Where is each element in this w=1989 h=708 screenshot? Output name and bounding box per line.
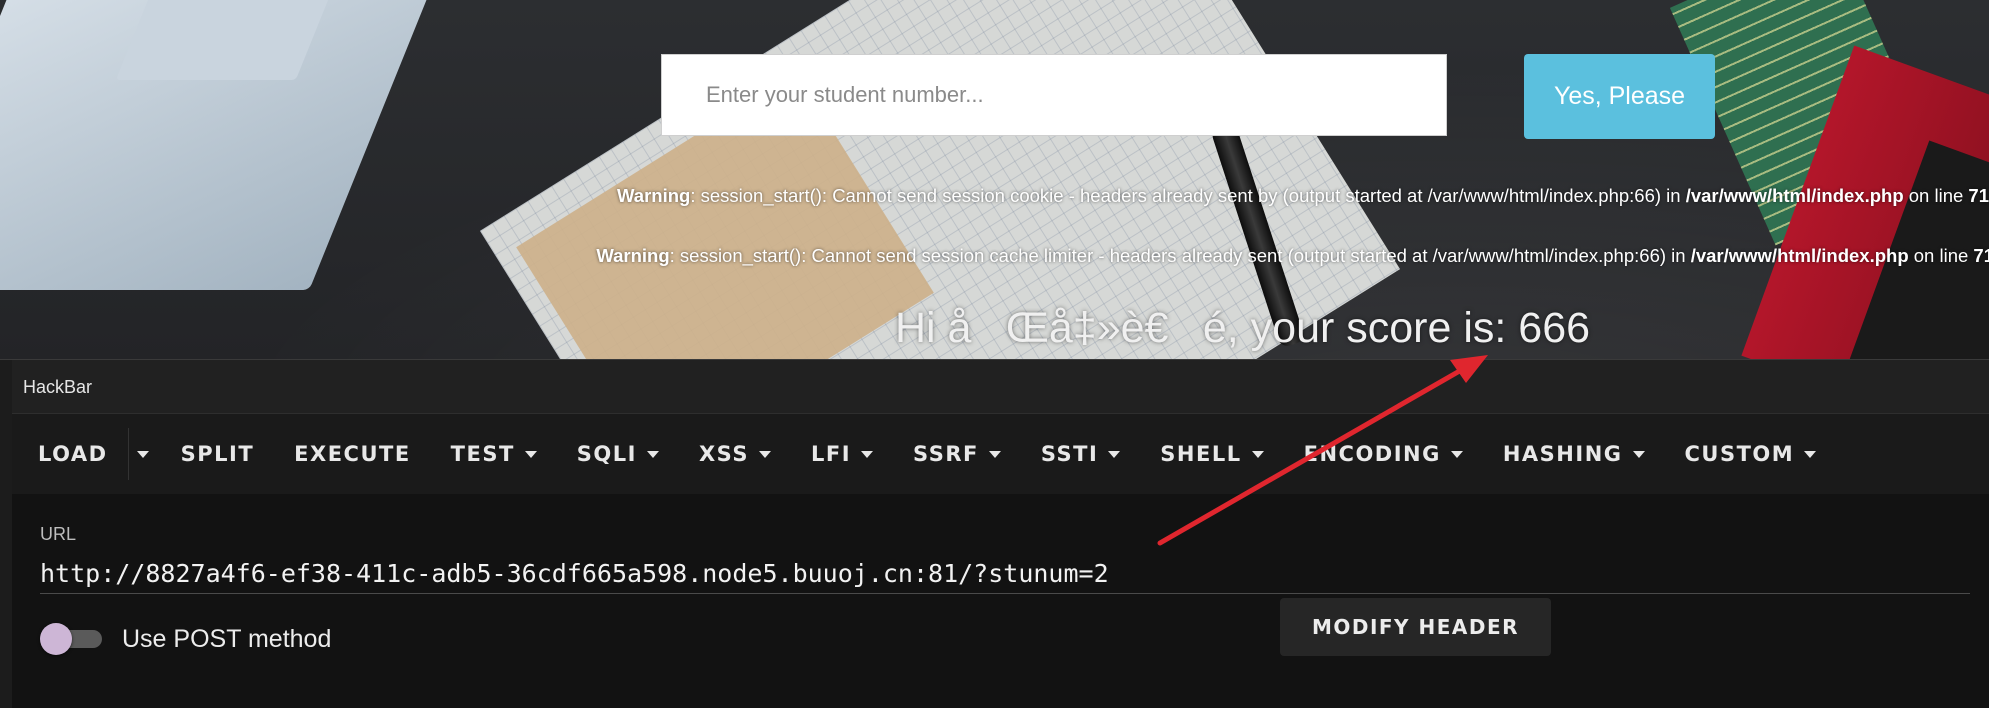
modify-header-button[interactable]: MODIFY HEADER <box>1280 598 1551 656</box>
chevron-down-icon <box>136 450 149 458</box>
toggle-thumb <box>40 623 72 655</box>
yes-please-button[interactable]: Yes, Please <box>1524 54 1715 139</box>
chevron-down-icon <box>1108 450 1121 458</box>
custom-label: CUSTOM <box>1684 442 1795 466</box>
ssti-menu[interactable]: SSTI <box>1021 414 1140 494</box>
shell-label: SHELL <box>1160 442 1242 466</box>
custom-menu[interactable]: CUSTOM <box>1665 414 1837 494</box>
hackbar-panel: HackBar LOAD SPLIT EXECUTE TEST SQLI XSS… <box>0 359 1989 708</box>
ssti-label: SSTI <box>1040 442 1099 466</box>
chevron-down-icon <box>988 450 1001 458</box>
sqli-menu[interactable]: SQLI <box>557 414 679 494</box>
warning-line: 71 <box>1973 245 1989 266</box>
chevron-down-icon <box>1804 450 1817 458</box>
execute-label: EXECUTE <box>294 442 411 466</box>
php-warning: Warning: session_start(): Cannot send se… <box>617 185 1989 207</box>
chevron-down-icon <box>524 450 537 458</box>
chevron-down-icon <box>1251 450 1264 458</box>
load-dropdown-button[interactable] <box>129 414 161 494</box>
chevron-down-icon <box>646 450 659 458</box>
chevron-down-icon <box>1632 450 1645 458</box>
split-button[interactable]: SPLIT <box>161 414 275 494</box>
warning-line: 71 <box>1968 185 1989 206</box>
split-label: SPLIT <box>180 442 255 466</box>
score-message: Hi åŒå‡»è€ é, your score is: 666 <box>895 304 1591 352</box>
url-label: URL <box>40 524 77 544</box>
hackbar-title: HackBar <box>23 377 93 397</box>
encoding-menu[interactable]: ENCODING <box>1284 414 1483 494</box>
hackbar-titlebar: HackBar <box>12 360 1989 414</box>
post-method-toggle[interactable] <box>40 623 102 655</box>
warning-file: /var/www/html/index.php <box>1690 245 1909 266</box>
warning-message: : session_start(): Cannot send session c… <box>669 245 1691 266</box>
test-menu[interactable]: TEST <box>431 414 557 494</box>
lfi-label: LFI <box>810 442 852 466</box>
warning-file: /var/www/html/index.php <box>1685 185 1904 206</box>
hashing-menu[interactable]: HASHING <box>1483 414 1665 494</box>
warning-prefix: Warning <box>617 185 691 206</box>
chevron-down-icon <box>1450 450 1463 458</box>
warning-message: : session_start(): Cannot send session c… <box>690 185 1686 206</box>
xss-label: XSS <box>698 442 749 466</box>
shell-menu[interactable]: SHELL <box>1140 414 1283 494</box>
chevron-down-icon <box>758 450 771 458</box>
lfi-menu[interactable]: LFI <box>791 414 893 494</box>
execute-button[interactable]: EXECUTE <box>274 414 431 494</box>
hackbar-toolbar: LOAD SPLIT EXECUTE TEST SQLI XSS LFI SSR… <box>12 414 1989 494</box>
ssrf-label: SSRF <box>913 442 979 466</box>
hackbar-body: URL Use POST method MODIFY HEADER <box>12 494 1989 708</box>
webpage-area: Yes, Please Warning: session_start(): Ca… <box>0 0 1989 360</box>
ssrf-menu[interactable]: SSRF <box>893 414 1021 494</box>
load-button[interactable]: LOAD <box>12 414 128 494</box>
encoding-label: ENCODING <box>1303 442 1441 466</box>
hashing-label: HASHING <box>1502 442 1623 466</box>
post-method-label: Use POST method <box>122 625 332 653</box>
load-label: LOAD <box>38 442 108 466</box>
test-label: TEST <box>450 442 515 466</box>
student-number-input[interactable] <box>661 54 1447 136</box>
url-input[interactable] <box>40 554 1970 594</box>
php-warning: Warning: session_start(): Cannot send se… <box>596 245 1989 267</box>
chevron-down-icon <box>861 450 874 458</box>
xss-menu[interactable]: XSS <box>679 414 791 494</box>
warning-suffix: on line <box>1908 245 1974 266</box>
warning-suffix: on line <box>1903 185 1969 206</box>
warning-prefix: Warning <box>596 245 670 266</box>
sqli-label: SQLI <box>576 442 637 466</box>
